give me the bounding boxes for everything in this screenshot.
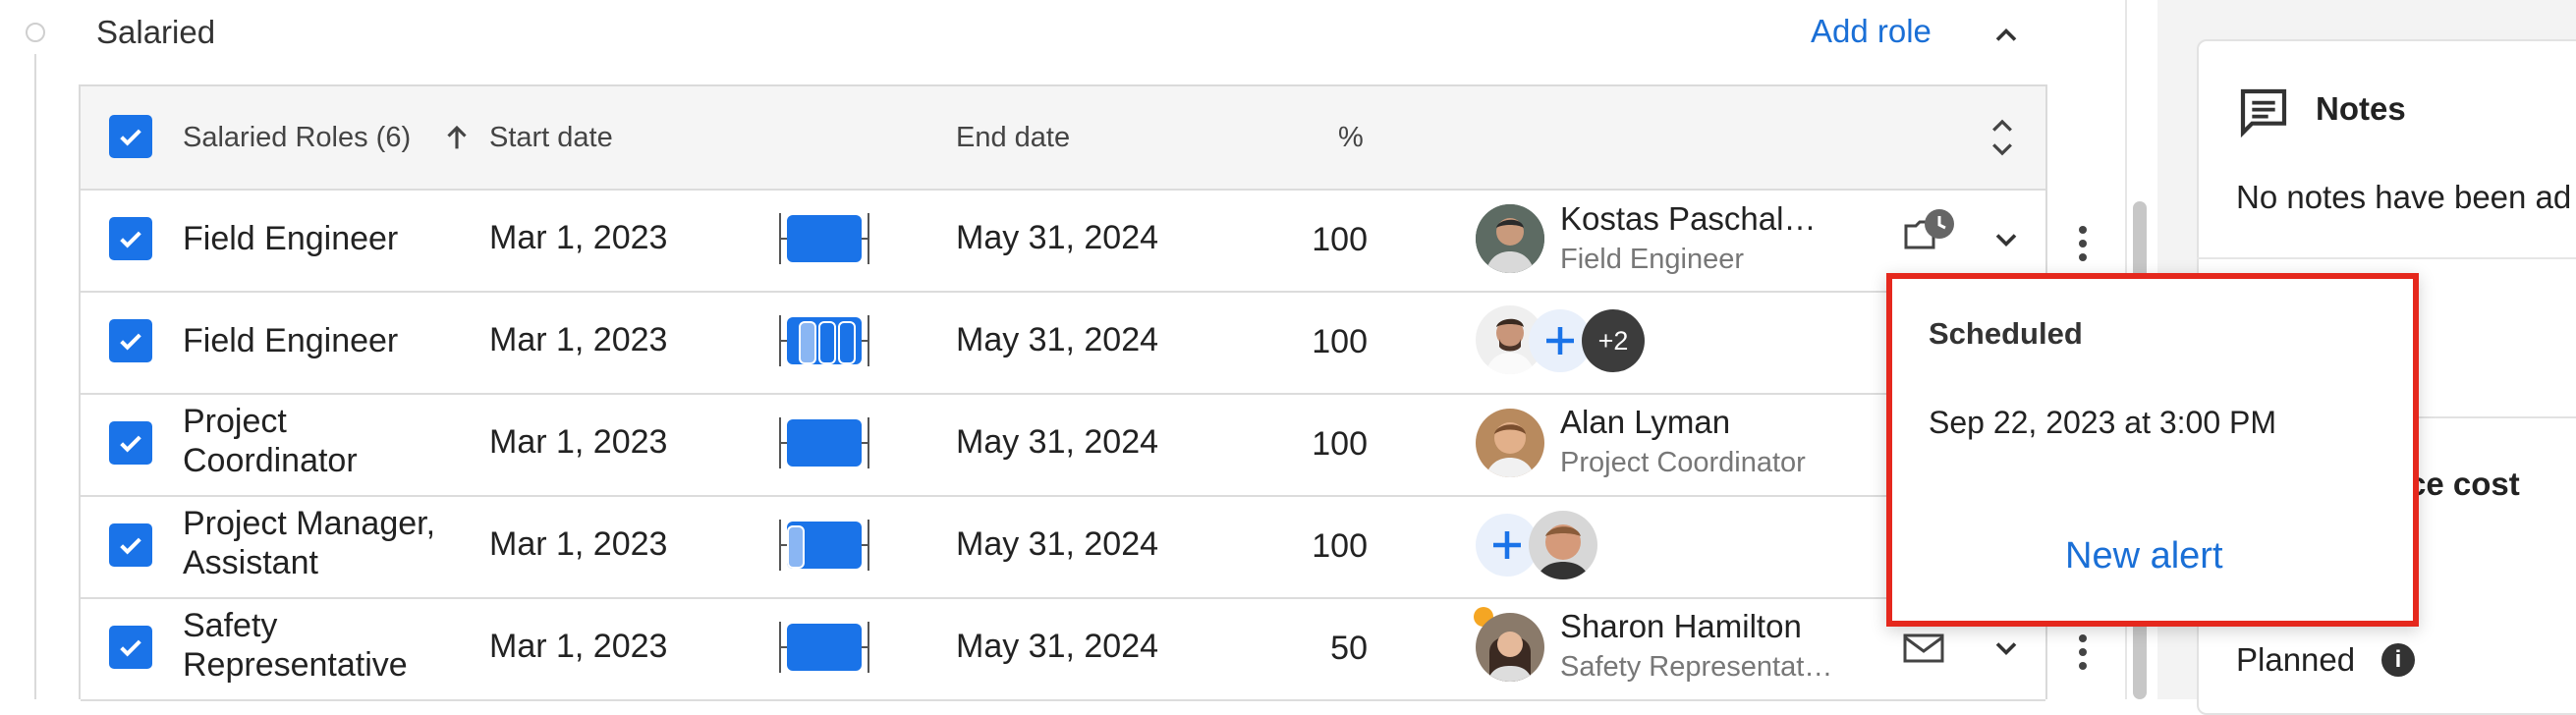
end-date: May 31, 2024 — [956, 525, 1159, 563]
avatar[interactable] — [1476, 409, 1544, 477]
select-all-checkbox[interactable] — [109, 115, 152, 158]
person-name[interactable]: Sharon Hamilton — [1560, 608, 1802, 645]
role-name: Safety Representative — [183, 607, 408, 684]
allocation-percent: 100 — [1312, 527, 1368, 565]
end-date: May 31, 2024 — [956, 321, 1159, 358]
end-date: May 31, 2024 — [956, 628, 1159, 665]
header-end-date[interactable]: End date — [956, 122, 1070, 154]
tree-connector — [34, 54, 36, 699]
person-role: Field Engineer — [1560, 244, 1744, 275]
more-people-count[interactable]: +2 — [1582, 309, 1645, 372]
start-date: Mar 1, 2023 — [489, 525, 668, 563]
planned-label: Planned — [2236, 641, 2356, 678]
person-name[interactable]: Alan Lyman — [1560, 404, 1730, 441]
chevron-up-icon[interactable] — [1988, 18, 2024, 53]
gantt-bar — [779, 315, 869, 366]
gantt-bar — [779, 213, 869, 264]
divider — [2197, 257, 2576, 259]
avatar[interactable] — [1476, 613, 1544, 682]
allocation-percent: 100 — [1312, 323, 1368, 360]
gantt-bar — [779, 520, 869, 571]
row-checkbox[interactable] — [109, 421, 152, 465]
row-checkbox[interactable] — [109, 523, 152, 567]
person-name[interactable]: Kostas Paschal… — [1560, 200, 1816, 238]
notes-icon — [2236, 84, 2291, 139]
chevron-down-icon[interactable] — [1988, 222, 2024, 257]
allocation-percent: 50 — [1330, 630, 1368, 667]
mail-icon[interactable] — [1902, 631, 1945, 666]
notes-title: Notes — [2316, 90, 2406, 127]
notes-empty-text: No notes have been ad — [2236, 179, 2572, 215]
sort-ascending-icon[interactable] — [440, 120, 474, 155]
chevron-down-icon[interactable] — [1988, 631, 2024, 666]
add-role-button[interactable]: Add role — [1811, 13, 1932, 50]
more-options-icon[interactable] — [2079, 226, 2087, 267]
expand-collapse-icon[interactable] — [1985, 116, 2020, 159]
section-title: Salaried — [96, 14, 216, 50]
start-date: Mar 1, 2023 — [489, 628, 668, 665]
tree-node-circle — [26, 23, 45, 42]
role-name: Project Manager, Assistant — [183, 505, 436, 581]
new-alert-button[interactable]: New alert — [2065, 535, 2223, 578]
scheduled-alert-icon[interactable] — [1902, 204, 1957, 259]
start-date: Mar 1, 2023 — [489, 423, 668, 461]
header-roles[interactable]: Salaried Roles (6) — [183, 122, 411, 154]
start-date: Mar 1, 2023 — [489, 321, 668, 358]
row-checkbox[interactable] — [109, 319, 152, 362]
role-name: Field Engineer — [183, 322, 399, 359]
info-icon[interactable]: i — [2381, 643, 2415, 677]
person-role: Project Coordinator — [1560, 447, 1806, 478]
allocation-percent: 100 — [1312, 221, 1368, 258]
person-role: Safety Representat… — [1560, 651, 1833, 683]
avatar[interactable] — [1529, 511, 1597, 579]
popover-title: Scheduled — [1929, 316, 2083, 351]
avatar[interactable] — [1476, 204, 1544, 273]
header-percent[interactable]: % — [1338, 122, 1364, 154]
more-options-icon[interactable] — [2079, 634, 2087, 676]
end-date: May 31, 2024 — [956, 423, 1159, 461]
start-date: Mar 1, 2023 — [489, 219, 668, 256]
gantt-bar — [779, 417, 869, 468]
header-start-date[interactable]: Start date — [489, 122, 613, 154]
row-checkbox[interactable] — [109, 217, 152, 260]
row-checkbox[interactable] — [109, 626, 152, 669]
allocation-percent: 100 — [1312, 425, 1368, 463]
end-date: May 31, 2024 — [956, 219, 1159, 256]
role-name: Field Engineer — [183, 220, 399, 257]
role-name: Project Coordinator — [183, 403, 358, 479]
gantt-bar — [779, 622, 869, 673]
popover-datetime: Sep 22, 2023 at 3:00 PM — [1929, 405, 2277, 440]
